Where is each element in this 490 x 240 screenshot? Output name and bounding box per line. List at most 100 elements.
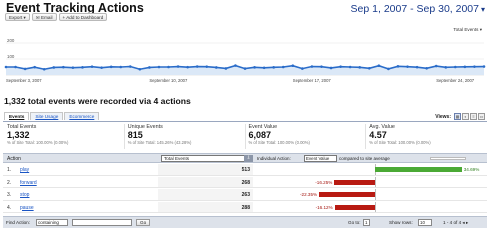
data-point[interactable] <box>186 65 189 69</box>
data-point[interactable] <box>396 65 400 68</box>
data-point[interactable] <box>358 66 362 69</box>
row-number: 1. <box>7 167 12 173</box>
data-point[interactable] <box>42 67 46 71</box>
data-point[interactable] <box>176 65 180 68</box>
view-switcher: Views: ▦ ◐ ≡ ▭ <box>435 113 485 120</box>
total-events-value: 288 <box>241 204 250 211</box>
data-point[interactable] <box>205 65 209 68</box>
data-point[interactable] <box>463 65 467 69</box>
data-point[interactable] <box>425 66 428 70</box>
data-point[interactable] <box>444 66 448 69</box>
data-point[interactable] <box>291 64 295 68</box>
action-link[interactable]: stop <box>20 192 29 198</box>
data-point[interactable] <box>377 64 381 68</box>
data-point[interactable] <box>234 64 237 67</box>
data-point[interactable] <box>224 67 228 70</box>
data-point[interactable] <box>4 65 8 69</box>
date-range-picker[interactable]: Sep 1, 2007 - Sep 30, 2007 ▾ <box>351 3 485 15</box>
data-point[interactable] <box>14 65 17 69</box>
data-point[interactable] <box>128 65 132 68</box>
data-point[interactable] <box>434 64 438 68</box>
data-point[interactable] <box>23 67 27 71</box>
add-to-dashboard-button[interactable]: + Add to Dashboard <box>58 13 108 21</box>
performance-view-icon[interactable]: ≡ <box>470 113 477 120</box>
data-point[interactable] <box>195 65 199 68</box>
data-point[interactable] <box>148 66 151 69</box>
compare-metric-select[interactable]: Event Value <box>304 155 337 162</box>
goto-input[interactable]: 1 <box>363 219 370 226</box>
data-point[interactable] <box>138 67 142 71</box>
data-point[interactable] <box>109 65 113 69</box>
find-mode-select[interactable]: containing <box>36 219 68 226</box>
data-point[interactable] <box>62 65 65 69</box>
data-point[interactable] <box>454 65 457 69</box>
metric-unique-events: Unique Events 815 % of Site Total: 145.2… <box>123 124 245 149</box>
x-tick-label: September 17, 2007 <box>293 78 332 83</box>
data-point[interactable] <box>281 65 285 69</box>
data-point[interactable] <box>90 65 94 68</box>
data-point[interactable] <box>243 67 247 70</box>
y-tick-label: 200 <box>7 38 15 43</box>
goto-label: Go to: <box>348 220 361 225</box>
data-point[interactable] <box>215 66 218 69</box>
data-point[interactable] <box>157 65 161 69</box>
export-button[interactable]: Export ▾ <box>5 13 30 21</box>
data-point[interactable] <box>262 66 266 70</box>
pagination[interactable]: 1 - 4 of 4 ◂ ▸ <box>443 220 468 226</box>
data-point[interactable] <box>348 65 352 69</box>
action-link[interactable]: play <box>20 167 29 173</box>
data-point[interactable] <box>415 65 419 69</box>
sort-descending-icon[interactable]: ⇩ <box>244 155 253 162</box>
show-rows-select[interactable]: 10 <box>418 219 432 226</box>
row-number: 3. <box>7 192 12 198</box>
y-tick-label: 100 <box>7 54 15 59</box>
total-events-value: 263 <box>241 192 250 198</box>
find-action-input[interactable] <box>72 219 132 226</box>
find-go-button[interactable]: Go <box>136 219 151 226</box>
row-number: 4. <box>7 204 12 211</box>
metric-column-select[interactable]: Total Events▾ <box>161 155 253 162</box>
table-row: 1. play 513 34.69% <box>3 164 487 176</box>
tab-ecommerce[interactable]: Ecommerce <box>64 112 100 120</box>
views-label: Views: <box>435 113 451 120</box>
email-button[interactable]: ✉ Email <box>31 13 57 21</box>
table-view-icon[interactable]: ▦ <box>454 113 461 120</box>
data-point[interactable] <box>167 65 170 69</box>
metric-site-total: % of Site Total: 145.26% (43.28%) <box>127 140 192 145</box>
pie-view-icon[interactable]: ◐ <box>462 113 469 120</box>
comparison-percent: -22.35% <box>300 192 318 197</box>
data-point[interactable] <box>119 65 123 69</box>
data-point[interactable] <box>100 66 103 69</box>
email-label: Email <box>41 15 53 20</box>
tab-events[interactable]: Events <box>4 112 30 120</box>
comparison-view-icon[interactable]: ▭ <box>478 113 485 120</box>
data-point[interactable] <box>310 65 314 68</box>
metric-value: 1,332 <box>7 130 30 140</box>
data-point[interactable] <box>339 65 342 68</box>
data-point[interactable] <box>52 66 56 69</box>
data-point[interactable] <box>81 66 84 69</box>
tab-site-usage[interactable]: Site Usage <box>30 112 64 120</box>
data-point[interactable] <box>71 66 75 69</box>
data-point[interactable] <box>329 66 333 70</box>
data-point[interactable] <box>320 65 323 68</box>
comparison-axis <box>375 201 376 212</box>
action-link[interactable]: forward <box>20 180 37 186</box>
metric-total-events: Total Events 1,332 % of Site Total: 100.… <box>4 124 124 149</box>
data-point[interactable] <box>406 65 409 68</box>
data-point[interactable] <box>301 67 304 70</box>
value-cell: 263 <box>158 189 253 200</box>
data-point[interactable] <box>33 65 36 69</box>
data-point[interactable] <box>473 65 476 68</box>
show-rows-label: Show rows: <box>389 220 413 225</box>
data-point[interactable] <box>272 66 275 69</box>
metric-value: 815 <box>127 130 143 140</box>
data-point[interactable] <box>387 67 390 71</box>
total-events-value: 268 <box>241 179 250 186</box>
action-link[interactable]: pause <box>20 205 34 211</box>
action-column-header[interactable]: Action <box>7 156 21 162</box>
value-cell: 268 <box>158 176 253 187</box>
data-point[interactable] <box>253 66 256 69</box>
data-point[interactable] <box>367 66 371 70</box>
data-point[interactable] <box>482 65 486 68</box>
